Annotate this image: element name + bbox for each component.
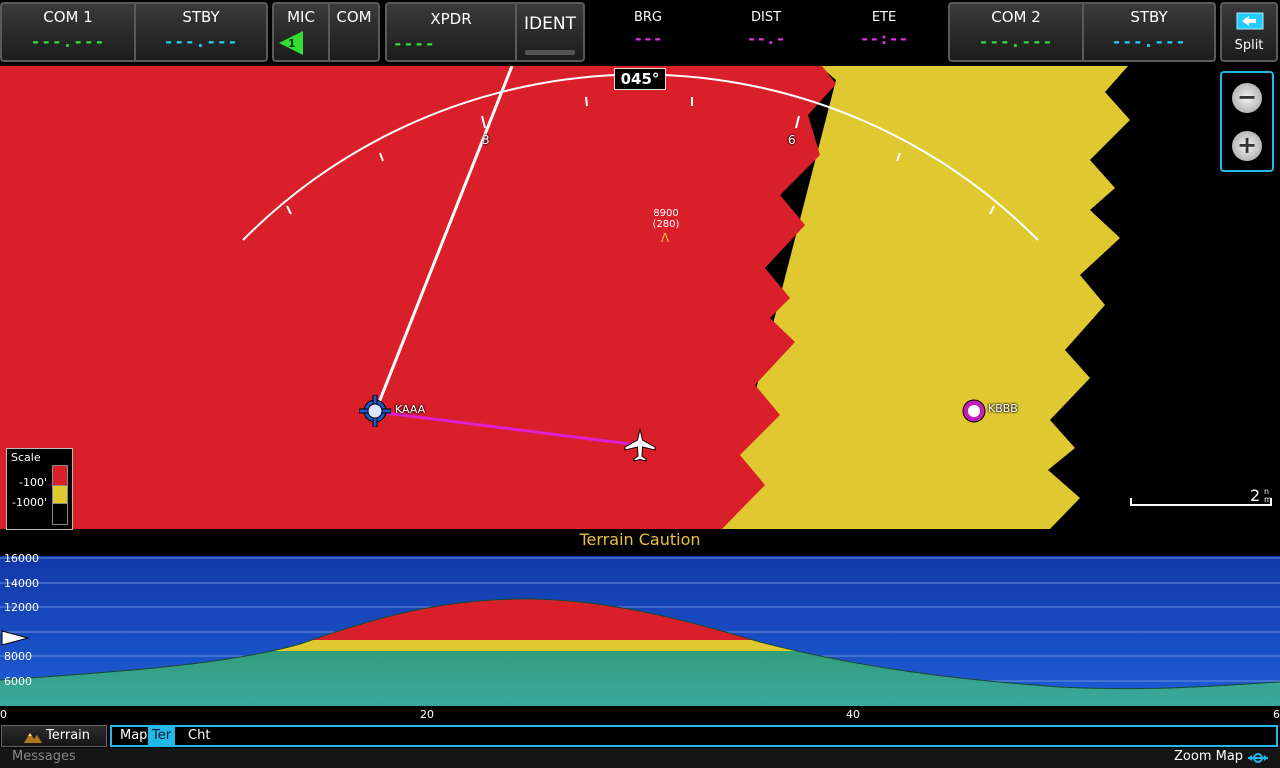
map-range-unit-bottom: m (1264, 495, 1272, 504)
distance-value: --.- (746, 29, 786, 48)
profile-x-label-0: 0 (0, 708, 7, 721)
bearing-field: BRG --- (616, 2, 680, 62)
com2-group: COM 2 ---.--- STBY ---.--- (948, 2, 1216, 62)
audio-group: MIC 1 COM (272, 2, 380, 62)
com2-active-button[interactable]: COM 2 ---.--- (950, 4, 1082, 60)
tab-chart[interactable]: Cht (184, 727, 214, 745)
ete-label: ETE (871, 10, 897, 25)
mic-number: 1 (288, 37, 296, 50)
plus-icon: + (1236, 131, 1258, 159)
arc-label-6: 6 (788, 133, 796, 147)
obstacle-agl: (280) (652, 219, 680, 230)
tab-map[interactable]: Map (116, 727, 151, 745)
bearing-value: --- (633, 29, 663, 48)
scale-label-100: -100' (19, 476, 47, 489)
terrain-caution-alert: Terrain Caution (579, 530, 701, 549)
zoom-map-label: Zoom Map (1174, 749, 1244, 764)
ownship-aircraft-icon (624, 428, 656, 462)
status-bar (0, 748, 1280, 768)
com2-standby-frequency: ---.--- (1111, 32, 1187, 51)
terrain-profile-view: 16000 14000 12000 8000 6000 (0, 552, 1280, 706)
com1-frequency: ---.--- (30, 32, 106, 51)
com-label: COM (336, 8, 372, 26)
zoom-map-button[interactable]: Zoom Map (1174, 749, 1243, 764)
com1-standby-button[interactable]: STBY ---.--- (136, 4, 266, 60)
terrain-page-button[interactable]: Terrain (1, 725, 107, 747)
com2-frequency: ---.--- (978, 32, 1054, 51)
split-screen-icon (1236, 12, 1264, 30)
bearing-label: BRG (633, 10, 663, 25)
heading-readout: 045° (614, 68, 666, 90)
obstacle-altitude: 8900 (653, 208, 679, 219)
terrain-button-label: Terrain (46, 728, 91, 743)
profile-y-label-12000: 12000 (4, 601, 39, 614)
map-mode-tabs: Map Ter Cht (110, 725, 1278, 747)
ete-field: ETE --:-- (846, 2, 922, 62)
mic-label: MIC (287, 8, 315, 26)
terrain-red-zone (0, 66, 836, 529)
com1-group: COM 1 ---.--- STBY ---.--- (0, 2, 268, 62)
profile-x-label-20: 20 (420, 708, 434, 721)
profile-x-label-40: 40 (846, 708, 860, 721)
knob-icon (1248, 753, 1268, 763)
obstacle-icon: Λ (661, 231, 670, 245)
waypoint-kbbb-label: KBBB (988, 402, 1018, 415)
map-range-unit: n m (1264, 488, 1272, 504)
profile-x-label-60: 6 (1273, 708, 1280, 721)
zoom-out-button[interactable]: − (1232, 83, 1262, 113)
profile-y-label-8000: 8000 (4, 650, 32, 663)
distance-field: DIST --.- (730, 2, 802, 62)
profile-y-label-16000: 16000 (4, 552, 39, 565)
map-range-value: 2 (1250, 486, 1261, 505)
airport-kbbb-icon[interactable] (961, 398, 987, 424)
distance-label: DIST (750, 10, 782, 25)
split-label: Split (1234, 38, 1264, 53)
terrain-profile-canvas (0, 556, 1280, 706)
xpdr-code: ---- (393, 34, 436, 53)
airport-kaaa-icon[interactable] (359, 395, 391, 427)
profile-y-label-14000: 14000 (4, 577, 39, 590)
com1-label: COM 1 (43, 8, 93, 26)
terrain-mountain-icon (24, 733, 42, 743)
com2-standby-label: STBY (1130, 8, 1168, 26)
arc-label-3: 3 (482, 133, 490, 147)
scale-yellow-swatch (52, 485, 68, 505)
scale-title: Scale (11, 451, 41, 464)
ident-button[interactable]: IDENT (517, 4, 583, 60)
xpdr-label: XPDR (430, 10, 472, 28)
scale-red-swatch (52, 465, 68, 487)
com-select-button[interactable]: COM (330, 4, 378, 60)
tab-terrain[interactable]: Ter (148, 727, 176, 745)
range-scale-left-tick (1130, 498, 1132, 506)
xpdr-button[interactable]: XPDR ---- (387, 4, 515, 60)
terrain-map[interactable]: Λ KAAA KBBB 8900 (280) 3 6 (0, 66, 1280, 529)
com1-active-button[interactable]: COM 1 ---.--- (2, 4, 134, 60)
com2-standby-button[interactable]: STBY ---.--- (1084, 4, 1214, 60)
terrain-scale-legend: Scale -100' -1000' (6, 448, 73, 530)
messages-button[interactable]: Messages (12, 749, 76, 764)
ident-label: IDENT (524, 14, 576, 34)
scale-black-swatch (52, 503, 68, 525)
scale-label-1000: -1000' (12, 496, 47, 509)
waypoint-kaaa-label: KAAA (395, 403, 426, 416)
transponder-group: XPDR ---- IDENT (385, 2, 585, 62)
zoom-in-button[interactable]: + (1232, 131, 1262, 161)
ident-indicator (525, 50, 575, 55)
com1-standby-label: STBY (182, 8, 220, 26)
com1-standby-frequency: ---.--- (163, 32, 239, 51)
mic-button[interactable]: MIC 1 (274, 4, 328, 60)
profile-y-label-6000: 6000 (4, 675, 32, 688)
map-zoom-control: − + (1220, 71, 1274, 172)
top-bar: COM 1 ---.--- STBY ---.--- MIC 1 COM XPD… (0, 0, 1280, 66)
minus-icon: − (1236, 83, 1258, 111)
split-button[interactable]: Split (1220, 2, 1278, 62)
ete-value: --:-- (859, 29, 909, 48)
com2-label: COM 2 (991, 8, 1041, 26)
